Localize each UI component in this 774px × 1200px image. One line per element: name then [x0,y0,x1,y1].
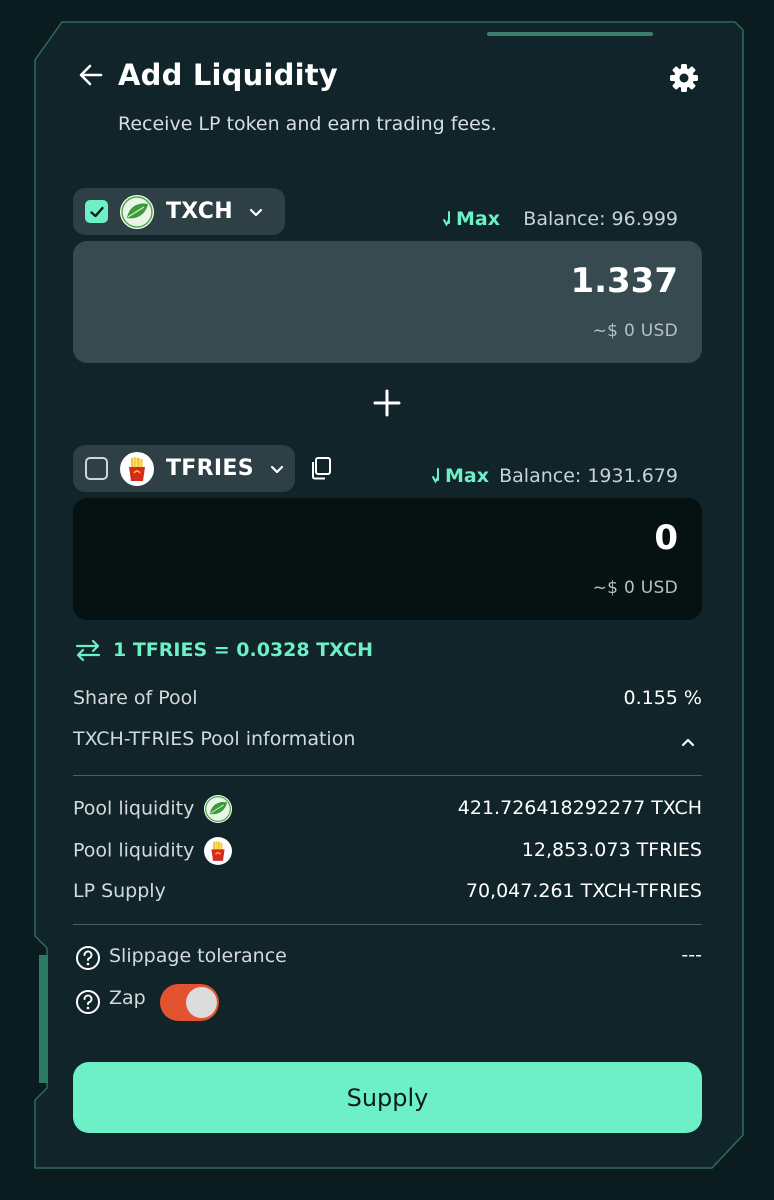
token-a-usd: ~$ 0 USD [592,321,678,341]
help-circle-icon[interactable] [75,989,101,1015]
token-b-amount: 0 [654,518,678,558]
leaf-icon [120,194,154,229]
page-subtitle: Receive LP token and earn trading fees. [118,113,497,135]
check-icon [89,206,104,217]
pool-liquidity-tfries-value: 12,853.073 TFRIES [521,839,702,861]
token-a-amount-input[interactable] [93,241,682,363]
zap-label: Zap [109,987,146,1009]
pool-liquidity-txch-value: 421.726418292277 TXCH [457,797,702,819]
token-b-checkbox[interactable] [85,457,108,480]
token-b-amount-box[interactable]: 0 ~$ 0 USD [73,498,702,620]
chevron-down-icon [249,208,263,216]
pool-row-label: Pool liquidity [73,797,195,820]
token-a-name: TXCH [166,199,233,224]
fries-icon [120,451,154,486]
exchange-rate-text: 1 TFRIES = 0.0328 TXCH [113,639,373,661]
token-a-max-button[interactable]: Max [441,208,500,230]
divider [73,924,702,925]
slippage-label: Slippage tolerance [109,945,287,967]
back-arrow-icon[interactable] [78,62,104,88]
token-b-amount-input[interactable] [93,498,682,620]
token-a-amount-box[interactable]: 1.337 ~$ 0 USD [73,241,702,363]
token-a-balance: Balance: 96.999 [523,208,678,230]
pool-info-label: TXCH-TFRIES Pool information [73,728,356,750]
leaf-icon [204,795,233,823]
chevron-down-icon [270,465,283,473]
token-b-usd: ~$ 0 USD [592,578,678,598]
pool-liquidity-tfries-label: Pool liquidity [73,837,233,865]
pool-row-label: Pool liquidity [73,839,195,862]
token-b-name: TFRIES [166,456,254,481]
pool-liquidity-txch-label: Pool liquidity [73,795,233,823]
fries-icon [204,837,233,865]
chevron-up-icon [681,738,695,747]
zap-toggle[interactable] [160,984,219,1021]
token-b-balance: Balance: 1931.679 [499,465,678,487]
max-arrow-icon [432,468,439,484]
token-a-checkbox[interactable] [85,200,108,223]
swap-arrows-icon [75,639,101,661]
help-circle-icon[interactable] [75,945,101,971]
lp-supply-value: 70,047.261 TXCH-TFRIES [465,880,702,902]
divider [73,775,702,776]
token-b-selector[interactable]: TFRIES [73,445,295,492]
token-a-amount: 1.337 [570,261,678,301]
page-title: Add Liquidity [118,58,338,92]
token-b-max-label: Max [445,465,489,487]
toggle-knob [186,987,217,1018]
max-arrow-icon [443,211,450,227]
slippage-value[interactable]: --- [681,944,702,966]
lp-supply-label: LP Supply [73,880,166,902]
token-a-max-label: Max [456,208,500,230]
supply-button[interactable]: Supply [73,1062,702,1133]
token-a-selector[interactable]: TXCH [73,188,285,235]
share-of-pool-value: 0.155 % [623,687,703,709]
gear-icon[interactable] [668,62,700,94]
copy-icon[interactable] [308,455,334,481]
share-of-pool-label: Share of Pool [73,687,198,709]
pool-info-toggle[interactable]: TXCH-TFRIES Pool information [73,728,702,758]
token-b-max-button[interactable]: Max [430,465,489,487]
exchange-rate[interactable]: 1 TFRIES = 0.0328 TXCH [75,639,373,661]
plus-icon [373,389,401,417]
